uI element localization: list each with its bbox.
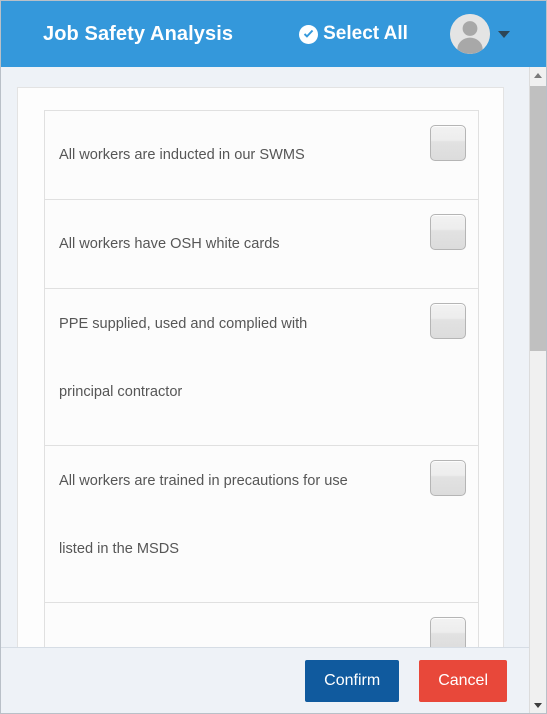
- checkbox-unchecked-icon[interactable]: [430, 125, 466, 161]
- checklist-row-label: All workers have OSH white cards: [59, 200, 430, 289]
- check-circle-icon: [299, 24, 319, 44]
- checklist-row[interactable]: All workers are inducted in our SWMS: [45, 111, 478, 200]
- checklist-row-label: All workers are trained in precautions f…: [59, 446, 430, 560]
- select-all-label: Select All: [323, 23, 408, 44]
- scroll-down-glyph: [534, 703, 542, 708]
- page-title: Job Safety Analysis: [43, 22, 234, 45]
- checklist-row-line: All workers are trained in precautions f…: [59, 473, 348, 489]
- user-avatar-icon: [449, 14, 490, 54]
- checkbox-unchecked-icon[interactable]: [430, 303, 466, 339]
- checkbox-unchecked-icon[interactable]: [430, 460, 466, 496]
- cancel-button[interactable]: Cancel: [419, 659, 507, 702]
- dialog-body: All workers are inducted in our SWMS All …: [1, 67, 546, 713]
- scrollbar-thumb[interactable]: [530, 86, 546, 351]
- dialog-footer: Confirm Cancel: [1, 647, 546, 713]
- account-menu-button[interactable]: [449, 14, 510, 54]
- checklist-row-line: All workers are inducted in our SWMS: [59, 147, 305, 163]
- checklist-row[interactable]: All workers are trained in precautions f…: [45, 446, 478, 603]
- checklist-row-line: listed in the MSDS: [59, 541, 180, 557]
- select-all-button[interactable]: Select All: [299, 23, 408, 45]
- checkbox-unchecked-icon[interactable]: [430, 214, 466, 250]
- app-header: Job Safety Analysis Select All: [1, 1, 546, 67]
- checklist-row-line: PPE supplied, used and complied with: [59, 316, 308, 332]
- checklist-row-label: PPE supplied, used and complied with prin…: [59, 289, 430, 403]
- confirm-button[interactable]: Confirm: [305, 659, 400, 702]
- scroll-up-glyph: [534, 73, 542, 78]
- caret-down-icon: [497, 30, 510, 38]
- checklist: All workers are inducted in our SWMS All …: [44, 110, 479, 713]
- vertical-scrollbar[interactable]: [529, 67, 546, 713]
- checklist-row-line: principal contractor: [59, 384, 183, 400]
- content-card: All workers are inducted in our SWMS All …: [17, 87, 504, 713]
- checklist-row[interactable]: PPE supplied, used and complied with prin…: [45, 289, 478, 446]
- checklist-row-label: All workers are inducted in our SWMS: [59, 111, 430, 200]
- job-safety-analysis-dialog: Job Safety Analysis Select All All worke…: [0, 0, 547, 714]
- checklist-row-line: All workers have OSH white cards: [59, 236, 280, 252]
- checklist-row[interactable]: All workers have OSH white cards: [45, 200, 478, 289]
- scroll-up-arrow-icon[interactable]: [530, 67, 546, 84]
- scroll-down-arrow-icon[interactable]: [530, 697, 546, 713]
